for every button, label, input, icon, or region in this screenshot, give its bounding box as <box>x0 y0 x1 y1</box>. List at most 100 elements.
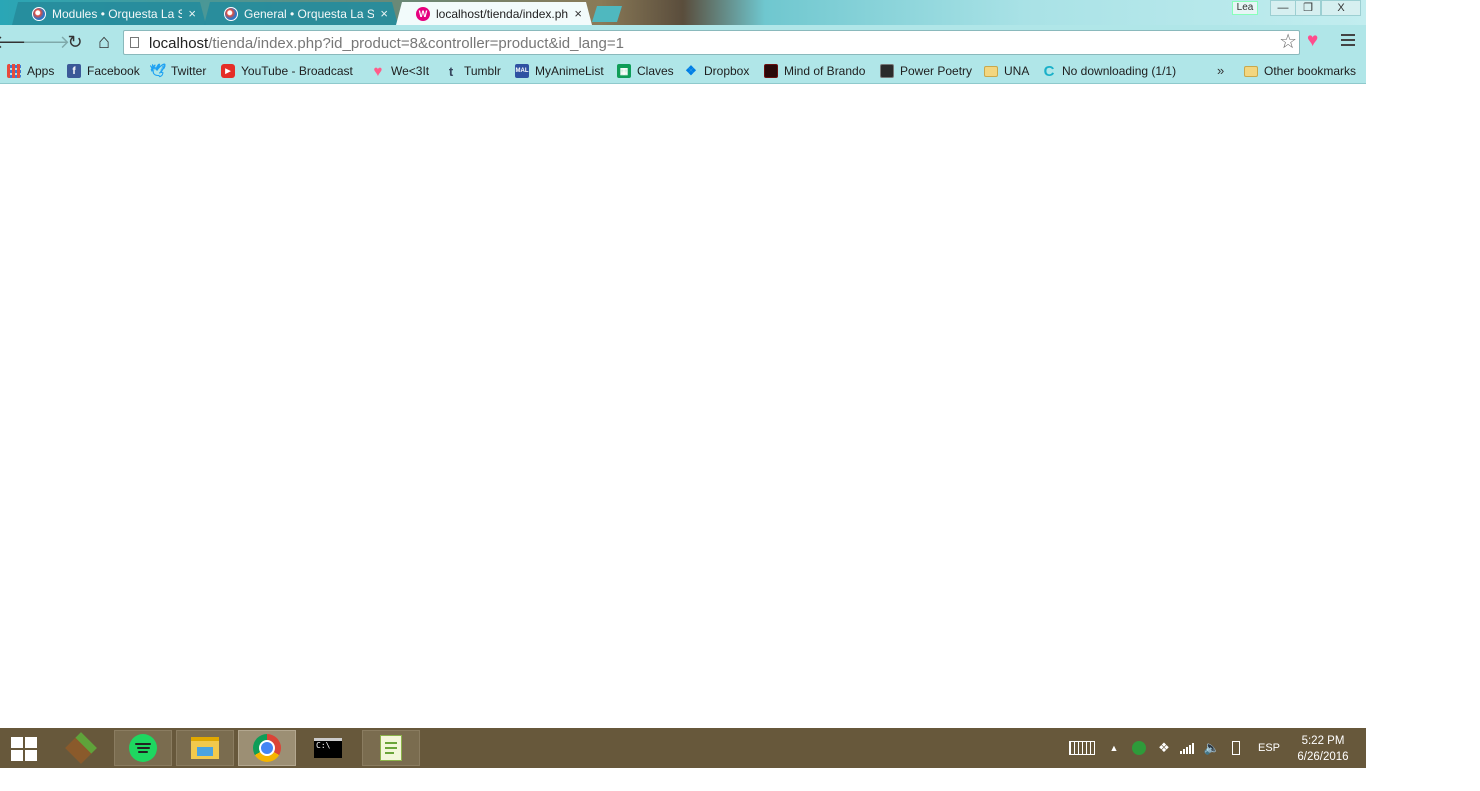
spotify-icon[interactable] <box>114 730 172 766</box>
tab-close-icon[interactable]: × <box>380 6 388 21</box>
bookmark-star-icon[interactable]: ☆ <box>1279 31 1297 53</box>
bookmark-weheartit[interactable]: ♥ We<3It <box>371 62 430 80</box>
close-window-button[interactable]: X <box>1321 0 1361 16</box>
folder-shape <box>191 737 219 759</box>
restore-button[interactable]: ❐ <box>1295 0 1321 16</box>
signal-bar <box>1189 745 1191 754</box>
green-circle <box>1132 741 1146 755</box>
bookmark-power-poetry[interactable]: Power Poetry <box>880 62 972 80</box>
folder-window <box>197 747 213 756</box>
chrome-menu-button[interactable] <box>1341 34 1355 47</box>
windows-start-button[interactable] <box>11 737 39 761</box>
bookmark-label: No downloading (1/1) <box>1062 64 1177 78</box>
page-content[interactable] <box>0 85 1366 728</box>
bookmark-myanimelist[interactable]: MAL MyAnimeList <box>515 62 604 80</box>
signal-bar <box>1183 749 1185 754</box>
home-button[interactable]: ⌂ <box>93 31 115 53</box>
tab-general[interactable]: General • Orquesta La Sol × <box>204 2 398 25</box>
dropbox-tray-icon[interactable]: ❖ <box>1154 728 1174 768</box>
wamp-favicon-icon: W <box>416 7 430 21</box>
reload-button[interactable]: ↻ <box>64 31 86 53</box>
bookmarks-bar: Apps f Facebook 🕊 Twitter ▶ YouTube - Br… <box>0 59 1366 84</box>
tab-localhost-active[interactable]: W localhost/tienda/index.php × <box>396 2 592 25</box>
bookmark-folder-una[interactable]: UNA <box>984 62 1029 80</box>
site-icon <box>880 64 894 78</box>
youtube-icon: ▶ <box>221 64 235 78</box>
minimize-button[interactable]: — <box>1270 0 1296 16</box>
site-favicon-icon <box>224 7 238 21</box>
touch-keyboard-icon[interactable] <box>1066 728 1098 768</box>
battery-shape <box>1232 741 1240 755</box>
bookmark-other-bookmarks[interactable]: Other bookmarks <box>1244 62 1356 80</box>
signal-bar <box>1180 751 1182 754</box>
bookmark-label: Facebook <box>87 64 140 78</box>
bookmark-label: Dropbox <box>704 64 750 78</box>
heart-icon: ♥ <box>373 62 383 80</box>
minecraft-icon[interactable] <box>52 730 110 766</box>
tab-title: localhost/tienda/index.php <box>436 6 568 21</box>
apps-grid-icon <box>7 64 21 78</box>
tab-close-icon[interactable]: × <box>574 6 582 21</box>
command-prompt-icon[interactable]: C:\ <box>299 730 357 766</box>
forward-button[interactable]: 🡒 <box>22 31 70 53</box>
bookmark-tumblr[interactable]: t Tumblr <box>444 62 501 80</box>
heart-extension-icon[interactable]: ♥ <box>1307 30 1318 52</box>
bookmark-claves[interactable]: ▦ Claves <box>617 62 674 80</box>
green-app-tray-icon[interactable] <box>1128 728 1150 768</box>
chrome-icon[interactable] <box>238 730 296 766</box>
bookmark-label: UNA <box>1004 64 1030 78</box>
signal-bar <box>1186 747 1188 754</box>
menu-bar-line <box>1341 39 1355 41</box>
bookmark-twitter[interactable]: 🕊 Twitter <box>150 62 207 80</box>
volume-icon[interactable]: 🔈 <box>1202 728 1222 768</box>
sheets-icon: ▦ <box>617 64 631 78</box>
menu-bar-line <box>1341 34 1355 36</box>
chrome-center <box>259 740 275 756</box>
taskbar-clock[interactable]: 5:22 PM 6/26/2016 <box>1290 733 1356 765</box>
bookmark-apps[interactable]: Apps <box>7 62 54 80</box>
signal-bars <box>1180 742 1194 754</box>
clock-date: 6/26/2016 <box>1297 751 1349 763</box>
notepad-page <box>380 735 402 761</box>
dropbox-icon: ❖ <box>685 63 697 78</box>
tab-modules[interactable]: Modules • Orquesta La So × <box>12 2 206 25</box>
bookmark-dropbox[interactable]: ❖ Dropbox <box>684 62 749 80</box>
tab-strip: Modules • Orquesta La So × General • Orq… <box>0 0 1366 25</box>
bookmarks-overflow-button[interactable]: » <box>1217 63 1224 78</box>
address-bar[interactable]: localhost/tienda/index.php?id_product=8&… <box>123 30 1300 55</box>
tab-title: General • Orquesta La Sol <box>244 6 374 21</box>
bookmark-facebook[interactable]: f Facebook <box>67 62 140 80</box>
site-icon <box>764 64 778 78</box>
bookmark-label: Power Poetry <box>900 64 973 78</box>
input-language[interactable]: ESP <box>1254 728 1284 768</box>
bookmark-label: YouTube - Broadcast <box>241 64 353 78</box>
bookmark-label: MyAnimeList <box>535 64 604 78</box>
bookmark-no-downloading[interactable]: C No downloading (1/1) <box>1042 62 1177 80</box>
url-text[interactable]: localhost/tienda/index.php?id_product=8&… <box>149 35 624 52</box>
start-logo-pane <box>11 750 23 761</box>
notepad-plus-plus-icon[interactable] <box>362 730 420 766</box>
notepad-line <box>385 742 397 744</box>
new-tab-button[interactable] <box>592 6 622 22</box>
network-signal-icon[interactable] <box>1177 728 1197 768</box>
bookmark-label: Mind of Brando <box>784 64 866 78</box>
bookmark-mind-of-brando[interactable]: Mind of Brando <box>764 62 865 80</box>
clock-time: 5:22 PM <box>1301 735 1345 747</box>
notepad-line <box>385 752 394 754</box>
bookmark-label: We<3It <box>391 64 430 78</box>
signal-bar <box>1192 743 1194 754</box>
show-hidden-icons-button[interactable]: ▲ <box>1106 728 1122 768</box>
tab-title: Modules • Orquesta La So <box>52 6 182 21</box>
c-icon: C <box>1043 62 1055 80</box>
keyboard-shape <box>1069 741 1095 755</box>
menu-bar-line <box>1341 44 1355 46</box>
profile-button[interactable]: Lea <box>1232 1 1258 15</box>
tab-close-icon[interactable]: × <box>188 6 196 21</box>
bookmark-label: Apps <box>27 64 55 78</box>
tumblr-icon: t <box>448 63 454 79</box>
battery-icon[interactable] <box>1226 728 1246 768</box>
folder-icon <box>1244 65 1258 77</box>
notepad-line <box>385 747 397 749</box>
bookmark-youtube[interactable]: ▶ YouTube - Broadcast <box>221 62 353 80</box>
file-explorer-icon[interactable] <box>176 730 234 766</box>
